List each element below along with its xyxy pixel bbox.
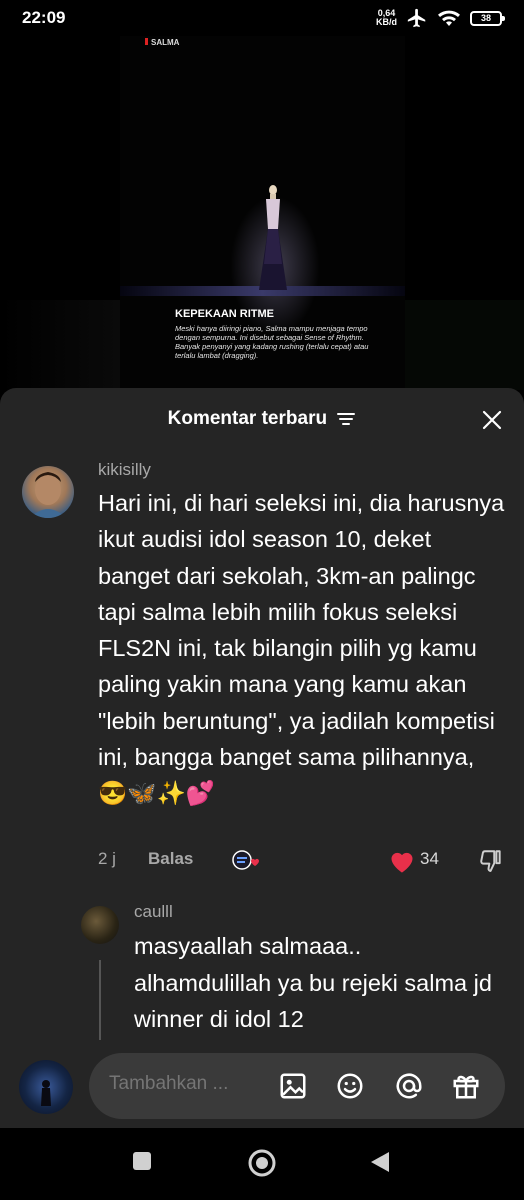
comment-sheet: Komentar terbaru kikisilly Hari ini, di … xyxy=(0,388,524,1128)
reply-text: masyaallah salmaaa.. alhamdulillah ya bu… xyxy=(134,933,492,1032)
sheet-header[interactable]: Komentar terbaru xyxy=(0,408,524,430)
comment-meta: 2 j Balas 34 xyxy=(98,849,508,873)
comment-input[interactable] xyxy=(109,1073,259,1095)
reply-avatar[interactable] xyxy=(81,906,119,944)
video-player[interactable]: SALMA KEPEKAAN RITME Meski hanya diiring… xyxy=(120,36,405,388)
comment-input-pill[interactable] xyxy=(89,1053,505,1119)
back-icon[interactable] xyxy=(369,1150,391,1174)
sort-icon[interactable] xyxy=(336,411,356,427)
wifi-icon xyxy=(438,10,460,26)
video-backdrop-left xyxy=(0,300,120,390)
reply-thread-line xyxy=(99,960,101,1042)
sheet-title: Komentar terbaru xyxy=(167,408,328,429)
like-count: 34 xyxy=(420,849,439,868)
comment-username[interactable]: kikisilly xyxy=(98,460,151,480)
mention-icon[interactable] xyxy=(394,1071,424,1101)
emoji-icon[interactable] xyxy=(335,1071,365,1101)
video-brand-label: SALMA xyxy=(145,38,179,47)
video-caption-title: KEPEKAAN RITME xyxy=(175,308,275,320)
performer-figure xyxy=(259,185,287,290)
creator-liked-icon xyxy=(232,850,259,870)
airplane-icon xyxy=(407,8,426,28)
comment-text: Hari ini, di hari seleksi ini, dia harus… xyxy=(98,490,505,807)
gift-icon[interactable] xyxy=(451,1071,481,1101)
heart-icon[interactable] xyxy=(388,848,416,874)
video-backdrop-right xyxy=(405,300,524,390)
home-icon[interactable] xyxy=(247,1148,277,1178)
reply-username[interactable]: caulll xyxy=(134,902,173,922)
status-bar: 22:09 0,64 KB/d 38 xyxy=(0,0,524,36)
thumbs-down-icon[interactable] xyxy=(478,848,504,874)
image-icon[interactable] xyxy=(278,1071,308,1101)
status-time: 22:09 xyxy=(22,8,66,27)
comment-input-bar xyxy=(0,1040,524,1130)
close-icon[interactable] xyxy=(480,408,504,432)
avatar[interactable] xyxy=(22,466,74,518)
recent-apps-icon[interactable] xyxy=(131,1150,153,1172)
battery-icon: 38 xyxy=(470,10,505,26)
video-caption-body: Meski hanya diiringi piano, Salma mampu … xyxy=(175,324,369,360)
user-avatar[interactable] xyxy=(19,1060,73,1114)
reply-button[interactable]: Balas xyxy=(148,849,193,869)
status-icons: 0,64 KB/d 38 xyxy=(376,7,505,29)
network-speed-unit: KB/d xyxy=(376,17,397,27)
comment-time: 2 j xyxy=(98,849,116,868)
system-nav-bar xyxy=(0,1128,524,1200)
network-speed: 0,64 KB/d xyxy=(376,9,397,27)
